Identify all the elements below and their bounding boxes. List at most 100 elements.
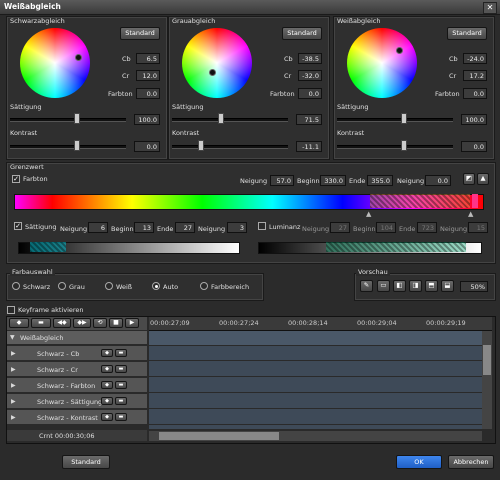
- cr-field[interactable]: 12.0: [136, 70, 160, 81]
- expand-arrow-icon[interactable]: ▶: [11, 414, 16, 421]
- preview-mode5-button[interactable]: ⬓: [441, 280, 454, 292]
- saturation-field[interactable]: 100.0: [134, 114, 160, 125]
- saturation-slider[interactable]: [172, 118, 288, 122]
- saturation-checkbox[interactable]: ✓: [14, 222, 22, 230]
- contrast-slider-thumb[interactable]: [74, 140, 80, 151]
- sat-slope1-field[interactable]: 6: [88, 222, 108, 233]
- radio-4[interactable]: [200, 282, 208, 290]
- cb-field[interactable]: -24.0: [463, 53, 487, 64]
- eyedropper-button[interactable]: ✎: [360, 280, 373, 292]
- track-link-button[interactable]: ▬: [115, 397, 127, 405]
- preview-mode2-button[interactable]: ◧: [393, 280, 406, 292]
- radio-0[interactable]: [12, 282, 20, 290]
- contrast-slider[interactable]: [172, 145, 288, 149]
- radio-3[interactable]: [152, 282, 160, 290]
- lum-slope1-field[interactable]: 27: [330, 222, 350, 233]
- contrast-slider-thumb[interactable]: [401, 140, 407, 151]
- wheel-handle[interactable]: [209, 69, 216, 76]
- hue-end-field[interactable]: 355.0: [367, 175, 393, 186]
- collapse-arrow-icon[interactable]: ▼: [10, 334, 15, 341]
- hue-field[interactable]: 0.0: [298, 88, 322, 99]
- saturation-field[interactable]: 71.5: [296, 114, 322, 125]
- hue-slope1-field[interactable]: 57.0: [270, 175, 294, 186]
- saturation-range-selection[interactable]: [30, 242, 66, 252]
- hue-start-field[interactable]: 330.0: [320, 175, 346, 186]
- track-link-button[interactable]: ▬: [115, 349, 127, 357]
- contrast-slider-thumb[interactable]: [198, 140, 204, 151]
- luminance-checkbox[interactable]: [258, 222, 266, 230]
- preview-mode4-button[interactable]: ⬒: [425, 280, 438, 292]
- hue-checkbox[interactable]: ✓: [12, 175, 20, 183]
- hue-slope2-field[interactable]: 0.0: [425, 175, 451, 186]
- track-link-button[interactable]: ▬: [115, 413, 127, 421]
- track-row[interactable]: ▶ Schwarz - Cr ◆ ▬: [7, 362, 147, 377]
- saturation-slider[interactable]: [10, 118, 126, 122]
- contrast-slider[interactable]: [10, 145, 126, 149]
- track-row[interactable]: ▶ Schwarz - Sättigung ◆ ▬: [7, 394, 147, 409]
- stop-button[interactable]: ■: [109, 318, 123, 328]
- track-keyframe-button[interactable]: ◆: [101, 397, 113, 405]
- track-link-button[interactable]: ▬: [115, 381, 127, 389]
- expand-arrow-icon[interactable]: ▶: [11, 350, 16, 357]
- color-wheel[interactable]: [347, 28, 417, 98]
- hue-graph2-button[interactable]: ▲: [477, 173, 489, 185]
- hue-field[interactable]: 0.0: [136, 88, 160, 99]
- track-group-row[interactable]: ▼ Weißabgleich: [7, 331, 147, 345]
- hue-field[interactable]: 0.0: [463, 88, 487, 99]
- cancel-button[interactable]: Abbrechen: [448, 455, 494, 469]
- previous-keyframe-button[interactable]: ◀◆: [53, 318, 71, 328]
- color-wheel[interactable]: [182, 28, 252, 98]
- keyframe-checkbox[interactable]: [7, 306, 15, 314]
- expand-arrow-icon[interactable]: ▶: [11, 366, 16, 373]
- vscroll-thumb[interactable]: [483, 345, 491, 375]
- ok-button[interactable]: OK: [396, 455, 442, 469]
- color-wheel[interactable]: [20, 28, 90, 98]
- link-button[interactable]: ▬: [31, 318, 51, 328]
- expand-arrow-icon[interactable]: ▶: [11, 382, 16, 389]
- close-button[interactable]: ✕: [483, 2, 497, 14]
- wheel-handle[interactable]: [396, 47, 403, 54]
- track-keyframe-button[interactable]: ◆: [101, 365, 113, 373]
- track-row[interactable]: ▶ Schwarz - Cb ◆ ▬: [7, 346, 147, 361]
- track-row[interactable]: ▶ Schwarz - Kontrast ◆ ▬: [7, 410, 147, 425]
- loop-button[interactable]: ⟲: [93, 318, 107, 328]
- hue-handle-start[interactable]: ▲: [366, 210, 371, 218]
- track-lane[interactable]: [149, 394, 482, 409]
- radio-1[interactable]: [58, 282, 66, 290]
- preview-zoom-field[interactable]: 50%: [460, 281, 488, 292]
- hue-range-selection[interactable]: [370, 194, 470, 208]
- timeline-hscrollbar[interactable]: [149, 431, 482, 441]
- contrast-slider[interactable]: [337, 145, 453, 149]
- saturation-slider-thumb[interactable]: [74, 113, 80, 124]
- expand-arrow-icon[interactable]: ▶: [11, 398, 16, 405]
- track-row[interactable]: ▶ Schwarz - Farbton ◆ ▬: [7, 378, 147, 393]
- standard-button[interactable]: Standard: [62, 455, 110, 469]
- preview-mode1-button[interactable]: ▭: [377, 280, 390, 292]
- track-lane[interactable]: [149, 346, 482, 361]
- contrast-field[interactable]: 0.0: [134, 141, 160, 152]
- track-lane[interactable]: [149, 378, 482, 393]
- cr-field[interactable]: -32.0: [298, 70, 322, 81]
- saturation-slider[interactable]: [337, 118, 453, 122]
- saturation-slider-thumb[interactable]: [218, 113, 224, 124]
- hue-graph-button[interactable]: ◩: [463, 173, 475, 185]
- track-lane[interactable]: [149, 362, 482, 377]
- contrast-field[interactable]: -11.1: [296, 141, 322, 152]
- play-button[interactable]: ▶: [125, 318, 139, 328]
- sat-slope2-field[interactable]: 3: [227, 222, 247, 233]
- luminance-range-selection[interactable]: [326, 242, 466, 252]
- saturation-field[interactable]: 100.0: [461, 114, 487, 125]
- timeline-vscrollbar[interactable]: [482, 331, 492, 429]
- sat-start-field[interactable]: 13: [134, 222, 154, 233]
- preview-mode3-button[interactable]: ◨: [409, 280, 422, 292]
- contrast-field[interactable]: 0.0: [461, 141, 487, 152]
- track-keyframe-button[interactable]: ◆: [101, 349, 113, 357]
- saturation-slider-thumb[interactable]: [401, 113, 407, 124]
- track-link-button[interactable]: ▬: [115, 365, 127, 373]
- radio-2[interactable]: [105, 282, 113, 290]
- wheel-handle[interactable]: [75, 54, 82, 61]
- cb-field[interactable]: -38.5: [298, 53, 322, 64]
- track-keyframe-button[interactable]: ◆: [101, 413, 113, 421]
- next-keyframe-button[interactable]: ◆▶: [73, 318, 91, 328]
- lum-end-field[interactable]: 723: [417, 222, 437, 233]
